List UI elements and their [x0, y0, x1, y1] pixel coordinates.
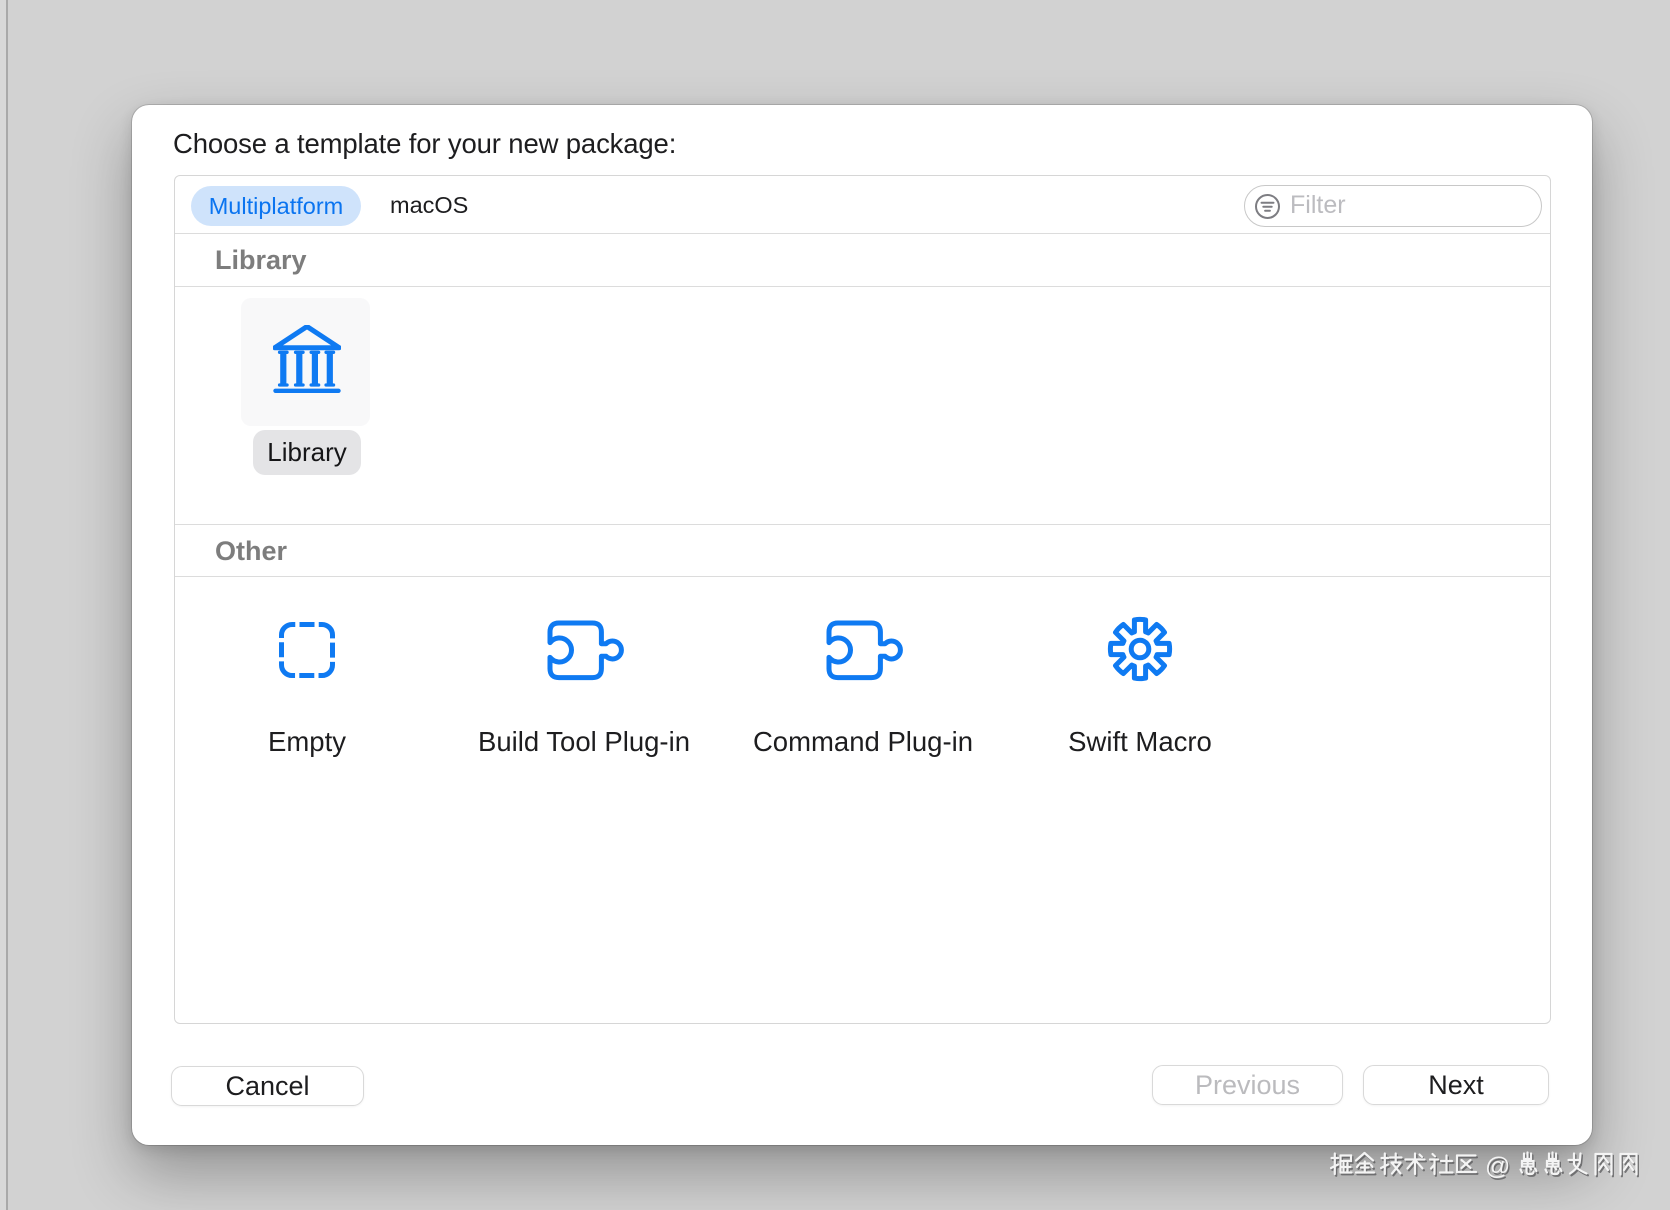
svg-text:@: @: [1485, 1153, 1510, 1181]
